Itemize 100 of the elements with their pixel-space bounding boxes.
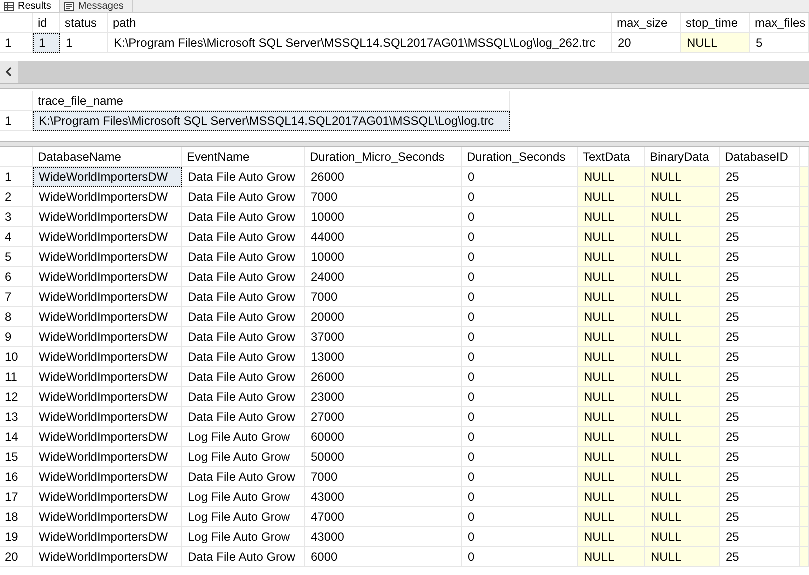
table-cell: WideWorldImportersDW [33,447,182,467]
table-cell [800,427,809,447]
table-cell: WideWorldImportersDW [33,507,182,527]
table-cell: NULL [578,287,645,307]
table-cell [800,447,809,467]
table-cell: 43000 [305,487,462,507]
table-cell: WideWorldImportersDW [33,527,182,547]
table-cell: NULL [645,447,720,467]
table-cell: WideWorldImportersDW [33,307,182,327]
table-cell: NULL [578,367,645,387]
table-cell: 44000 [305,227,462,247]
table-cell: 47000 [305,507,462,527]
table-cell: NULL [578,427,645,447]
table-cell: Data File Auto Grow [182,407,305,427]
table-cell: Data File Auto Grow [182,327,305,347]
row-number: 15 [0,447,33,467]
table-cell: NULL [645,367,720,387]
table-cell: NULL [578,527,645,547]
table-cell: Data File Auto Grow [182,267,305,287]
row-number: 4 [0,227,33,247]
table-cell: WideWorldImportersDW [33,247,182,267]
table-cell: WideWorldImportersDW [33,287,182,307]
table-cell: WideWorldImportersDW [33,267,182,287]
table-cell: NULL [645,527,720,547]
row-number: 8 [0,307,33,327]
table-cell [800,227,809,247]
table-cell: 10000 [305,207,462,227]
table-cell: NULL [578,247,645,267]
grid-icon [4,2,14,10]
table-cell: NULL [645,507,720,527]
table-cell: Data File Auto Grow [182,367,305,387]
table-cell: 23000 [305,387,462,407]
column-header: status [60,13,108,33]
table-cell: NULL [645,467,720,487]
table-cell: NULL [645,407,720,427]
column-header: Duration_Seconds [462,147,578,167]
table-cell [800,207,809,227]
table-cell: NULL [578,507,645,527]
table-cell [800,267,809,287]
table-cell: Log File Auto Grow [182,487,305,507]
table-cell: Log File Auto Grow [182,447,305,467]
table-cell: 7000 [305,287,462,307]
table-cell: Data File Auto Grow [182,547,305,567]
table-cell: 7000 [305,187,462,207]
table-cell: WideWorldImportersDW [33,347,182,367]
column-header: path [108,13,612,33]
table-cell: WideWorldImportersDW [33,327,182,347]
row-number: 12 [0,387,33,407]
table-cell: Log File Auto Grow [182,427,305,447]
table-cell: 13000 [305,347,462,367]
row-number: 20 [0,547,33,567]
row-number: 2 [0,187,33,207]
table-cell: WideWorldImportersDW [33,467,182,487]
table-cell: 27000 [305,407,462,427]
row-number: 7 [0,287,33,307]
table-cell: NULL [578,267,645,287]
table-cell: 10000 [305,247,462,267]
table-cell [800,347,809,367]
table-cell [800,387,809,407]
table-cell [800,467,809,487]
chevron-left-icon [5,67,13,77]
table-cell: Data File Auto Grow [182,227,305,247]
table-cell: 26000 [305,367,462,387]
table-cell: NULL [645,327,720,347]
table-cell: 60000 [305,427,462,447]
table-cell: Data File Auto Grow [182,247,305,267]
table-cell: Data File Auto Grow [182,207,305,227]
table-cell: 37000 [305,327,462,347]
table-cell: NULL [645,267,720,287]
table-cell [800,547,809,567]
row-number: 5 [0,247,33,267]
table-cell [800,507,809,527]
table-cell: NULL [681,33,750,53]
row-number: 19 [0,527,33,547]
row-number: 11 [0,367,33,387]
scroll-left-button[interactable] [0,61,18,83]
table-cell: 43000 [305,527,462,547]
column-header: max_files [750,13,809,33]
table-cell: WideWorldImportersDW [33,167,182,187]
table-cell: Data File Auto Grow [182,307,305,327]
table-cell: Data File Auto Grow [182,387,305,407]
table-cell: Data File Auto Grow [182,467,305,487]
table-cell: NULL [578,547,645,567]
table-cell: NULL [645,287,720,307]
column-header: Duration_Micro_Seconds [305,147,462,167]
table-cell: 7000 [305,467,462,487]
row-number: 13 [0,407,33,427]
table-cell: NULL [645,207,720,227]
table-cell: K:\Program Files\Microsoft SQL Server\MSSQL14.SQL2017AG01\MSSQL\Log\log_262.trc [108,33,612,53]
table-cell: Data File Auto Grow [182,287,305,307]
table-cell: 50000 [305,447,462,467]
table-cell: K:\Program Files\Microsoft SQL Server\MSSQL14.SQL2017AG01\MSSQL\Log\log.trc [33,111,510,131]
table-cell: 5 [750,33,809,53]
table-cell: Log File Auto Grow [182,507,305,527]
table-cell: NULL [578,487,645,507]
table-cell: WideWorldImportersDW [33,187,182,207]
row-number: 14 [0,427,33,447]
results-tab[interactable]: Results [0,0,60,12]
row-number: 10 [0,347,33,367]
table-cell: NULL [578,347,645,367]
